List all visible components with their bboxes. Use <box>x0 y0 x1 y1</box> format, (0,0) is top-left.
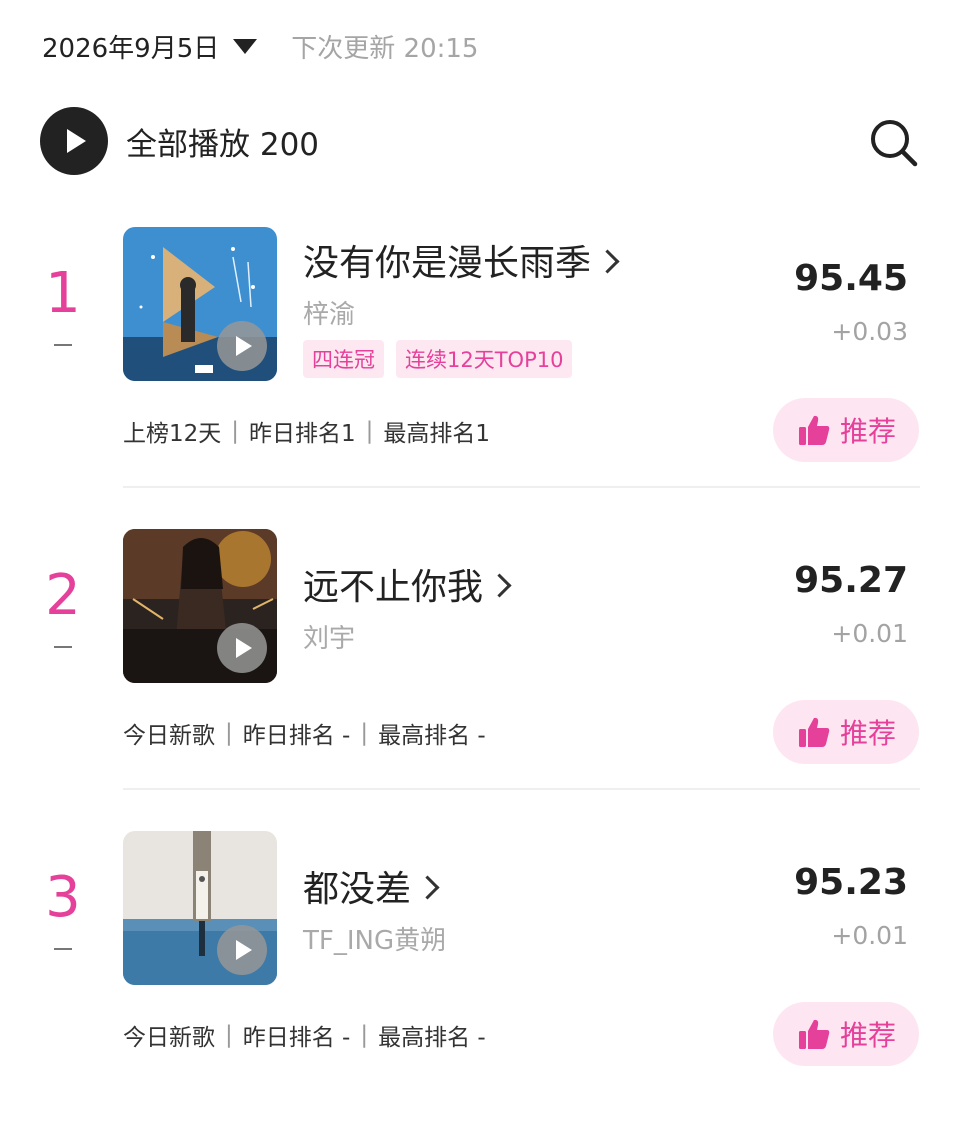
separator: | <box>231 418 240 444</box>
album-cover[interactable] <box>123 529 277 683</box>
yesterday-rank: 昨日排名 - <box>242 723 351 749</box>
separator: | <box>225 1022 233 1048</box>
recommend-label: 推荐 <box>839 1019 896 1052</box>
peak-rank: 最高排名1 <box>383 421 491 447</box>
peak-rank: 最高排名 - <box>378 723 486 749</box>
album-cover[interactable] <box>123 831 277 985</box>
song-title-link[interactable]: 没有你是漫长雨季 <box>303 234 620 286</box>
artist-name[interactable]: 刘宇 <box>303 618 355 655</box>
tag-badge: 连续12天TOP10 <box>396 340 573 378</box>
thumbs-up-icon <box>798 717 830 747</box>
play-all-button[interactable]: 全部播放 200 <box>40 107 319 175</box>
cover-play-icon[interactable] <box>217 321 267 371</box>
score-delta: +0.01 <box>831 921 908 950</box>
search-icon[interactable] <box>868 117 920 169</box>
artist-name[interactable]: TF_ING黄朔 <box>303 920 446 957</box>
peak-rank: 最高排名 - <box>378 1025 486 1051</box>
rank-trend-flat <box>54 646 72 648</box>
rank-number: 2 <box>45 563 81 628</box>
song-title-link[interactable]: 都没差 <box>303 860 440 912</box>
separator: | <box>365 418 374 444</box>
play-icon[interactable] <box>40 107 108 175</box>
rank-number: 1 <box>45 261 81 326</box>
song-title: 都没差 <box>303 869 412 910</box>
separator: | <box>360 1022 369 1048</box>
song-row[interactable]: 1 没有你是漫长雨季 梓渝 四连冠 连续12天TOP10 95.45 +0.03… <box>0 226 960 528</box>
tag-list: 四连冠 连续12天TOP10 <box>303 340 584 378</box>
song-row[interactable]: 3 都没差 TF_ING黄朔 95.23 +0.01 今日新歌 | 昨日排名 -… <box>0 830 960 1132</box>
hot-score: 95.23 <box>794 862 908 903</box>
rank-number: 3 <box>45 865 81 930</box>
chevron-right-icon <box>595 248 620 274</box>
separator: | <box>225 720 233 746</box>
score-delta: +0.01 <box>831 619 908 648</box>
rank-trend-flat <box>54 344 72 346</box>
song-row[interactable]: 2 远不止你我 刘宇 95.27 +0.01 今日新歌 | 昨日排名 - | 最… <box>0 528 960 830</box>
chevron-right-icon <box>415 874 440 900</box>
tag-badge: 四连冠 <box>303 340 384 378</box>
song-title-link[interactable]: 远不止你我 <box>303 558 512 610</box>
recommend-label: 推荐 <box>839 415 896 448</box>
caret-down-icon[interactable] <box>233 38 258 54</box>
chart-date[interactable]: 2026年9月5日 <box>42 28 219 65</box>
chart-header: 2026年9月5日 下次更新 20:15 <box>42 26 478 66</box>
cover-play-icon[interactable] <box>217 623 267 673</box>
yesterday-rank: 昨日排名 - <box>242 1025 351 1051</box>
chart-stats: 上榜12天 | 昨日排名1 | 最高排名1 <box>123 414 490 448</box>
play-all-label: 全部播放 200 <box>126 126 320 163</box>
next-update-time: 下次更新 20:15 <box>291 33 479 64</box>
hot-score: 95.27 <box>794 560 908 601</box>
divider <box>123 486 920 488</box>
recommend-label: 推荐 <box>839 717 896 750</box>
album-cover[interactable] <box>123 227 277 381</box>
thumbs-up-icon <box>798 1019 830 1049</box>
divider <box>123 788 920 790</box>
yesterday-rank: 昨日排名1 <box>249 421 356 447</box>
recommend-button[interactable]: 推荐 <box>773 700 919 764</box>
hot-score: 95.45 <box>794 258 908 299</box>
rank-trend-flat <box>54 948 72 950</box>
new-song-label: 今日新歌 <box>123 723 215 749</box>
chevron-right-icon <box>487 572 512 598</box>
new-song-label: 今日新歌 <box>123 1025 215 1051</box>
artist-name[interactable]: 梓渝 <box>303 294 355 331</box>
thumbs-up-icon <box>798 415 830 445</box>
separator: | <box>360 720 369 746</box>
score-delta: +0.03 <box>831 317 908 346</box>
chart-stats: 今日新歌 | 昨日排名 - | 最高排名 - <box>123 1018 486 1052</box>
days-on-chart: 上榜12天 <box>123 421 222 447</box>
chart-stats: 今日新歌 | 昨日排名 - | 最高排名 - <box>123 716 486 750</box>
recommend-button[interactable]: 推荐 <box>773 1002 919 1066</box>
song-title: 没有你是漫长雨季 <box>303 243 592 284</box>
cover-play-icon[interactable] <box>217 925 267 975</box>
recommend-button[interactable]: 推荐 <box>773 398 919 462</box>
song-title: 远不止你我 <box>303 567 484 608</box>
